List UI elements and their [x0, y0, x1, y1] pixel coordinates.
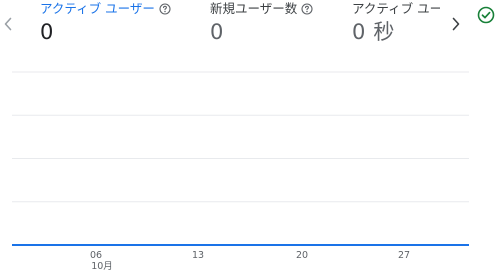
x-tick-label: 27 — [398, 250, 410, 261]
metric-label: アクティブ ユーザー — [40, 1, 155, 16]
chevron-right-icon — [452, 17, 460, 31]
metric-unit: 秒 — [373, 20, 395, 44]
metric-label: アクティブ ユー — [352, 1, 440, 16]
metric-label-row: アクティブ ユー — [352, 0, 440, 18]
metric-avg-engagement[interactable]: アクティブ ユー 0秒 — [352, 0, 440, 50]
metric-new-users[interactable]: 新規ユーザー数 0 — [210, 0, 340, 50]
metric-value: 0 — [210, 20, 224, 44]
x-axis-ticks: 06 13 20 27 10月 — [90, 250, 410, 271]
x-month-label: 10月 — [91, 261, 113, 271]
gridlines — [12, 71, 469, 203]
next-button[interactable] — [449, 12, 463, 36]
metric-active-users[interactable]: アクティブ ユーザー 0 — [40, 0, 190, 50]
x-tick-label: 13 — [192, 250, 204, 261]
chevron-left-icon — [4, 17, 12, 31]
analytics-card: アクティブ ユーザー 0 新規ユーザー数 0 アクティブ ユー 0秒 06 13… — [0, 0, 500, 271]
prev-button[interactable] — [1, 12, 15, 36]
x-tick-label: 06 — [90, 250, 102, 261]
metric-value: 0秒 — [352, 19, 394, 45]
metric-label-row: アクティブ ユーザー — [40, 0, 171, 18]
help-circle-icon[interactable] — [159, 3, 171, 15]
metric-value: 0 — [40, 20, 54, 44]
help-circle-icon[interactable] — [301, 3, 313, 15]
metric-label-row: 新規ユーザー数 — [210, 0, 313, 18]
metric-number: 0 — [352, 20, 366, 44]
metric-label: 新規ユーザー数 — [210, 1, 298, 16]
check-circle-icon — [477, 6, 495, 24]
x-tick-label: 20 — [296, 250, 308, 261]
